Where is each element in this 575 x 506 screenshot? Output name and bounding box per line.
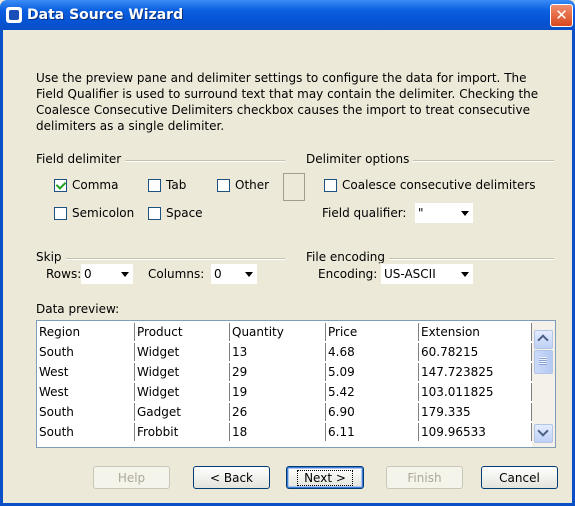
next-button-label: Next >	[297, 470, 353, 486]
chevron-down-icon[interactable]	[117, 264, 133, 284]
comma-label: Comma	[72, 178, 119, 192]
other-checkbox[interactable]: Other	[217, 178, 269, 192]
intro-text: Use the preview pane and delimiter setti…	[36, 71, 539, 133]
delimiter-options-label: Delimiter options	[306, 152, 414, 166]
field-qualifier-label: Field qualifier:	[322, 206, 407, 220]
table-cell: Widget	[135, 363, 230, 381]
space-checkbox-box[interactable]	[148, 206, 161, 220]
column-header: Region	[37, 323, 135, 341]
table-cell: Widget	[135, 343, 230, 361]
file-encoding-label: File encoding	[306, 250, 389, 264]
table-cell: Widget	[135, 383, 230, 401]
field-delimiter-label: Field delimiter	[36, 152, 126, 166]
scroll-thumb[interactable]	[534, 350, 553, 374]
close-button[interactable]: ✕	[550, 4, 573, 27]
rows-select[interactable]: 0	[80, 263, 134, 285]
table-cell: South	[37, 423, 135, 441]
encoding-select[interactable]: US-ASCII	[380, 263, 474, 285]
other-label: Other	[235, 178, 270, 192]
encoding-label: Encoding:	[318, 267, 378, 281]
column-header: Extension	[419, 323, 532, 341]
field-qualifier-value: "	[418, 206, 424, 220]
table-cell: 179.335	[419, 403, 532, 421]
help-button[interactable]: Help	[93, 466, 170, 489]
tab-checkbox-box[interactable]	[148, 178, 161, 192]
title-bar: Data Source Wizard ✕	[0, 0, 575, 30]
other-checkbox-box[interactable]	[217, 178, 230, 192]
table-cell: West	[37, 363, 135, 381]
back-button[interactable]: < Back	[193, 466, 270, 489]
semicolon-checkbox-box[interactable]	[54, 206, 67, 220]
coalesce-checkbox-box[interactable]	[324, 178, 337, 192]
table-cell: South	[37, 403, 135, 421]
columns-label: Columns:	[148, 267, 205, 281]
scroll-down-icon[interactable]	[534, 424, 553, 443]
skip-label: Skip	[36, 250, 66, 264]
table-cell: Gadget	[135, 403, 230, 421]
skip-divider	[36, 258, 285, 260]
window-frame-left	[0, 30, 3, 506]
next-button[interactable]: Next >	[286, 466, 364, 489]
coalesce-checkbox[interactable]: Coalesce consecutive delimiters	[324, 178, 536, 192]
data-preview-table[interactable]: Region Product Quantity Price Extension South…	[36, 320, 556, 448]
columns-select[interactable]: 0	[210, 263, 258, 285]
table-cell: 5.42	[326, 383, 419, 401]
window-title: Data Source Wizard	[27, 7, 184, 23]
table-cell: 19	[230, 383, 326, 401]
space-checkbox[interactable]: Space	[148, 206, 203, 220]
columns-value: 0	[214, 267, 222, 281]
space-label: Space	[166, 206, 203, 220]
column-header: Price	[326, 323, 419, 341]
comma-checkbox-box[interactable]	[54, 178, 67, 192]
chevron-down-icon[interactable]	[457, 203, 473, 223]
table-cell: 6.11	[326, 423, 419, 441]
coalesce-label: Coalesce consecutive delimiters	[342, 178, 536, 192]
chevron-down-icon[interactable]	[457, 264, 473, 284]
cancel-button[interactable]: Cancel	[481, 466, 558, 489]
table-cell: 103.011825	[419, 383, 532, 401]
other-delimiter-input[interactable]	[283, 173, 305, 201]
table-cell: 13	[230, 343, 326, 361]
table-cell: 6.90	[326, 403, 419, 421]
table-cell: 60.78215	[419, 343, 532, 361]
column-header: Quantity	[230, 323, 326, 341]
chevron-down-icon[interactable]	[241, 264, 257, 284]
data-preview-label: Data preview:	[36, 302, 120, 316]
tab-checkbox[interactable]: Tab	[148, 178, 186, 192]
semicolon-checkbox[interactable]: Semicolon	[54, 206, 134, 220]
table-cell: 29	[230, 363, 326, 381]
table-cell: 109.96533	[419, 423, 532, 441]
table-cell: South	[37, 343, 135, 361]
table-cell: West	[37, 383, 135, 401]
tab-label: Tab	[166, 178, 187, 192]
semicolon-label: Semicolon	[72, 206, 135, 220]
scroll-up-icon[interactable]	[534, 330, 553, 349]
rows-label: Rows:	[46, 267, 82, 281]
comma-checkbox[interactable]: Comma	[54, 178, 118, 192]
encoding-value: US-ASCII	[384, 267, 436, 281]
finish-button[interactable]: Finish	[386, 466, 463, 489]
app-icon	[6, 7, 22, 23]
column-header: Product	[135, 323, 230, 341]
field-qualifier-select[interactable]: "	[414, 202, 474, 224]
table-cell: 147.723825	[419, 363, 532, 381]
table-cell: 4.68	[326, 343, 419, 361]
vertical-scrollbar[interactable]	[532, 321, 555, 447]
table-cell: Frobbit	[135, 423, 230, 441]
table-cell: 18	[230, 423, 326, 441]
table-cell: 5.09	[326, 363, 419, 381]
rows-value: 0	[84, 267, 92, 281]
table-cell: 26	[230, 403, 326, 421]
